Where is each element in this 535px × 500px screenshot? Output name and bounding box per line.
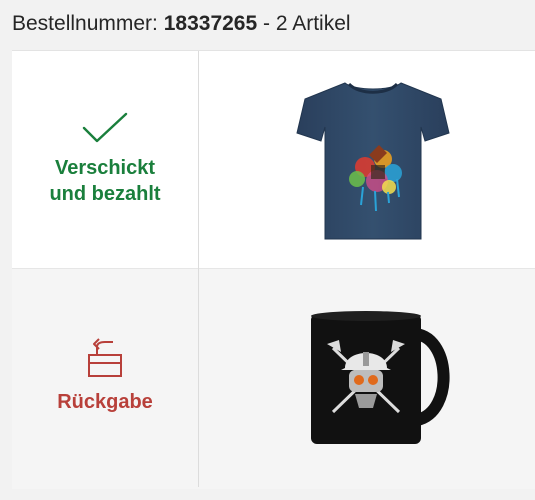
order-separator: - [263,12,271,35]
order-item-count: 2 Artikel [275,12,351,35]
return-status-label: Rückgabe [57,391,153,413]
product-mug[interactable] [199,269,535,489]
shipped-status-label: Verschickt und bezahlt [49,157,161,205]
order-number-label: Bestellnummer: [12,12,158,35]
order-items-card: Verschickt und bezahlt Rückgabe [12,50,535,489]
order-number: 18337265 [163,12,258,35]
product-tshirt[interactable] [199,51,535,268]
return-status: Rückgabe [12,337,198,415]
shipped-status: Verschickt und bezahlt [12,111,198,207]
mug-image [311,311,450,444]
order-header: Bestellnummer: 18337265 - 2 Artikel [12,10,351,38]
checkmark-icon [82,112,128,143]
return-box-icon [88,338,122,377]
tshirt-image [296,81,450,239]
